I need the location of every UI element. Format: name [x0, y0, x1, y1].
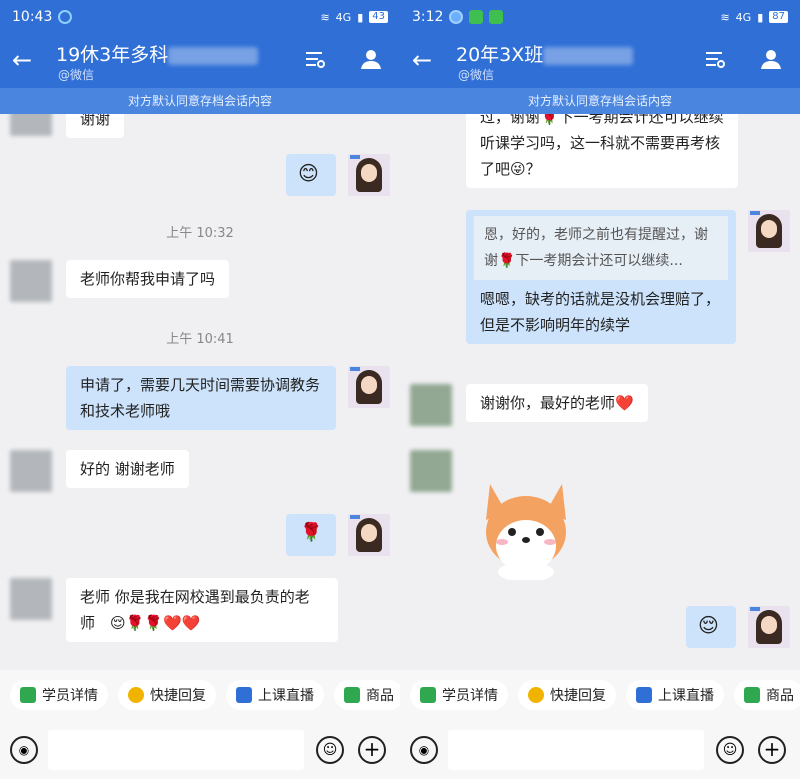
contact-avatar: [410, 384, 452, 426]
redacted-name: [168, 46, 259, 65]
chat-header: ← 20年3X班 @微信: [400, 34, 800, 88]
status-bar: 10:43 ≋ 4G ▮ 43: [0, 0, 400, 34]
message-incoming: 谢谢你，最好的老师❤️: [466, 384, 648, 422]
contact-avatar: [10, 450, 52, 492]
app-status-icon: [58, 10, 73, 24]
status-time: 10:43: [12, 9, 53, 25]
send-status-icon: [449, 10, 464, 24]
teacher-avatar: [348, 366, 390, 408]
message-list[interactable]: 过，谢谢🌹下一考期会计还可以继续听课学习吗，这一科就不需要再考核了吧😜？ 恩，好…: [400, 114, 800, 670]
voice-input-icon[interactable]: ◉: [10, 736, 38, 764]
contact-avatar: [10, 114, 52, 136]
live-class-chip[interactable]: 上课直播: [226, 680, 324, 710]
emoji-icon[interactable]: ☺: [316, 736, 344, 764]
back-arrow-icon[interactable]: ←: [12, 46, 32, 74]
contact-avatar: [10, 260, 52, 302]
student-details-chip[interactable]: 学员详情: [410, 680, 508, 710]
chat-title: 19休3年多科: [56, 40, 259, 67]
message-incoming: 谢谢: [66, 114, 125, 138]
quick-reply-chip[interactable]: 快捷回复: [518, 680, 616, 710]
quick-reply-chip[interactable]: 快捷回复: [118, 680, 216, 710]
quick-reply-icon: [528, 687, 544, 703]
status-bar: 3:12 ≋ 4G ▮ 87: [400, 0, 800, 34]
products-icon: [744, 687, 760, 703]
plus-icon[interactable]: +: [758, 736, 786, 764]
archive-notice-banner: 对方默认同意存档会话内容: [0, 88, 400, 114]
bottom-toolbar: 学员详情 快捷回复 上课直播 商品 ◉ ☺ +: [0, 670, 400, 779]
chat-title: 20年3X班: [456, 40, 634, 67]
left-chat-screen: 10:43 ≋ 4G ▮ 43 ← 19休3年多科 @微信 对方默认同意存档会话…: [0, 0, 400, 779]
battery-level: 87: [769, 11, 788, 23]
student-icon: [20, 687, 36, 703]
quick-reply-icon: [128, 687, 144, 703]
corgi-sticker: [486, 484, 566, 580]
teacher-avatar: [748, 606, 790, 648]
emoji-icon[interactable]: ☺: [716, 736, 744, 764]
message-outgoing: 🌹: [286, 514, 336, 556]
quick-action-chips: 学员详情 快捷回复 上课直播 商品: [10, 680, 400, 710]
timestamp: 上午 10:41: [166, 332, 234, 347]
signal-icon: ▮: [357, 10, 364, 24]
signal-icon: ▮: [757, 10, 764, 24]
message-outgoing: 😌: [686, 606, 736, 648]
input-row: ◉ ☺ +: [400, 728, 800, 772]
voice-input-icon[interactable]: ◉: [410, 736, 438, 764]
teacher-avatar: [348, 154, 390, 196]
timestamp: 上午 10:32: [166, 226, 234, 241]
chat-header: ← 19休3年多科 @微信: [0, 34, 400, 88]
wifi-icon: ≋: [320, 10, 330, 24]
contact-avatar: [10, 578, 52, 620]
message-incoming: 老师 你是我在网校遇到最负责的老师 😌🌹🌹❤️❤️: [66, 578, 338, 642]
redacted-name: [543, 46, 634, 65]
plus-icon[interactable]: +: [358, 736, 386, 764]
products-icon: [344, 687, 360, 703]
live-icon: [636, 687, 652, 703]
back-arrow-icon[interactable]: ←: [412, 46, 432, 74]
live-icon: [236, 687, 252, 703]
chat-subtitle: @微信: [58, 68, 95, 82]
products-chip[interactable]: 商品: [334, 680, 400, 710]
quick-action-chips: 学员详情 快捷回复 上课直播 商品: [410, 680, 800, 710]
reply-text: 嗯嗯，缺考的话就是没机会理赔了，但是不影响明年的续学: [480, 290, 721, 334]
battery-level: 43: [369, 11, 388, 23]
bottom-toolbar: 学员详情 快捷回复 上课直播 商品 ◉ ☺ +: [400, 670, 800, 779]
message-outgoing: 申请了，需要几天时间需要协调教务和技术老师哦: [66, 366, 336, 430]
input-row: ◉ ☺ +: [0, 728, 400, 772]
chat-subtitle: @微信: [458, 68, 495, 82]
status-time: 3:12: [412, 9, 444, 25]
teacher-avatar: [748, 210, 790, 252]
live-class-chip[interactable]: 上课直播: [626, 680, 724, 710]
right-chat-screen: 3:12 ≋ 4G ▮ 87 ← 20年3X班 @微信 对方默认同意存档会话内容…: [400, 0, 800, 779]
settings-list-icon[interactable]: [704, 48, 726, 70]
message-input[interactable]: [48, 730, 304, 770]
message-incoming: 老师你帮我申请了吗: [66, 260, 230, 298]
wifi-icon: ≋: [720, 10, 730, 24]
wechat-icon: [469, 10, 484, 24]
message-incoming: 过，谢谢🌹下一考期会计还可以继续听课学习吗，这一科就不需要再考核了吧😜？: [466, 114, 738, 188]
student-icon: [420, 687, 436, 703]
archive-notice-banner: 对方默认同意存档会话内容: [400, 88, 800, 114]
user-profile-icon[interactable]: [360, 48, 382, 70]
user-profile-icon[interactable]: [760, 48, 782, 70]
products-chip[interactable]: 商品: [734, 680, 800, 710]
student-details-chip[interactable]: 学员详情: [10, 680, 108, 710]
message-list[interactable]: 谢谢 😊 上午 10:32 老师你帮我申请了吗 上午 10:41 申请了，需要几…: [0, 114, 400, 670]
message-outgoing-with-quote: 恩，好的，老师之前也有提醒过，谢谢🌹下一考期会计还可以继续... 嗯嗯，缺考的话…: [466, 210, 736, 344]
settings-list-icon[interactable]: [304, 48, 326, 70]
message-outgoing: 😊: [286, 154, 336, 196]
quoted-message: 恩，好的，老师之前也有提醒过，谢谢🌹下一考期会计还可以继续...: [474, 216, 728, 280]
wechat-icon: [489, 10, 504, 24]
teacher-avatar: [348, 514, 390, 556]
message-input[interactable]: [448, 730, 704, 770]
message-incoming: 好的 谢谢老师: [66, 450, 189, 488]
network-label: 4G: [735, 10, 752, 24]
contact-avatar: [410, 450, 452, 492]
network-label: 4G: [335, 10, 352, 24]
